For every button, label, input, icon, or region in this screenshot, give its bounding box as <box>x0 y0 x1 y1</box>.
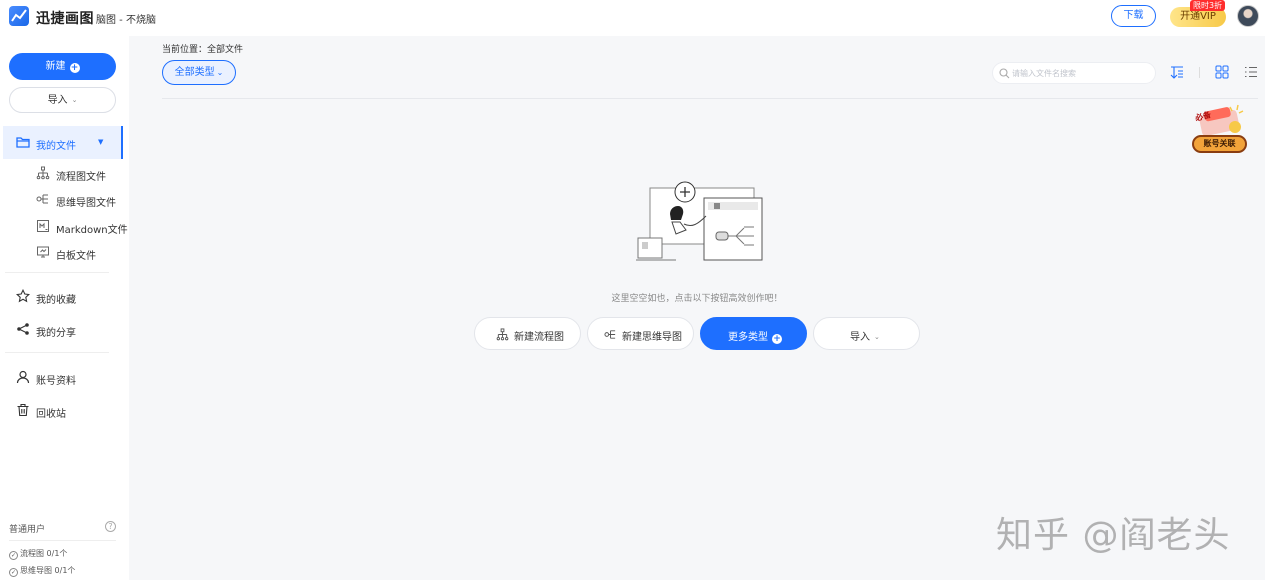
divider <box>1199 67 1200 78</box>
import-action-label: 导入 ⌄ <box>850 328 880 343</box>
divider <box>9 540 116 541</box>
quota-label: 思维导图 0/1个 <box>20 566 76 575</box>
sidebar-item-label: 回收站 <box>36 409 66 420</box>
quota-flowchart: ✓ 流程图 0/1个 <box>9 548 67 560</box>
share-icon <box>17 323 29 335</box>
mindmap-icon <box>604 330 616 339</box>
trash-icon <box>17 403 29 417</box>
search-icon <box>999 68 1010 79</box>
sidebar-item-whiteboard-files[interactable]: 白板文件 <box>0 243 129 263</box>
sidebar-item-label: 流程图文件 <box>56 172 106 183</box>
sidebar-item-label: 我的文件 <box>36 141 76 152</box>
more-types-button[interactable]: 更多类型 + <box>700 317 807 350</box>
account-link-promo-button[interactable]: 账号关联 <box>1192 135 1247 153</box>
empty-state-illustration <box>636 181 763 261</box>
list-view-icon[interactable] <box>1244 65 1258 79</box>
import-button-label: 导入 <box>47 95 68 106</box>
sidebar-item-account[interactable]: 账号资料 <box>0 368 129 388</box>
sidebar-item-my-files[interactable]: 我的文件 ▼ <box>0 133 129 153</box>
avatar[interactable] <box>1237 5 1259 27</box>
quota-label: 流程图 0/1个 <box>20 549 68 558</box>
import-action-button[interactable]: 导入 ⌄ <box>813 317 920 350</box>
sidebar-item-label: Markdown文件 <box>56 225 128 236</box>
sidebar-item-shared[interactable]: 我的分享 <box>0 320 129 340</box>
plus-icon: + <box>772 334 782 344</box>
sidebar-item-flowchart-files[interactable]: 流程图文件 <box>0 164 129 184</box>
new-mindmap-label: 新建思维导图 <box>622 332 682 343</box>
divider <box>162 98 1258 99</box>
sidebar-item-mindmap-files[interactable]: 思维导图文件 <box>0 190 129 210</box>
app-logo-icon[interactable] <box>9 6 29 26</box>
new-mindmap-button[interactable]: 新建思维导图 <box>587 317 694 350</box>
type-filter-dropdown[interactable]: 全部类型 ⌄ <box>162 60 236 85</box>
new-flowchart-button[interactable]: 新建流程图 <box>474 317 581 350</box>
chevron-down-icon: ⌄ <box>71 96 78 104</box>
chevron-down-icon: ⌄ <box>874 333 880 341</box>
check-circle-icon: ✓ <box>9 568 18 577</box>
download-button[interactable]: 下载 <box>1111 5 1156 27</box>
chevron-down-icon: ⌄ <box>216 68 224 77</box>
folder-icon <box>16 137 30 148</box>
sidebar: 新建 + 导入 ⌄ 我的文件 ▼ 流程图文件 思维导图文件 Markdown文件 白… <box>0 36 129 580</box>
sidebar-item-trash[interactable]: 回收站 <box>0 401 129 421</box>
more-types-label: 更多类型 + <box>728 328 782 344</box>
divider <box>5 352 109 353</box>
import-action-text: 导入 <box>850 332 870 343</box>
caret-down-icon[interactable]: ▼ <box>98 138 103 146</box>
sort-icon[interactable] <box>1170 65 1184 79</box>
flowchart-icon <box>36 166 50 180</box>
user-icon <box>16 370 30 384</box>
mindmap-icon <box>36 194 48 204</box>
markdown-icon <box>37 220 49 232</box>
grid-view-icon[interactable] <box>1215 65 1229 79</box>
doc-title: 脑图 - 不烧脑 <box>96 15 156 26</box>
plus-icon: + <box>69 63 80 73</box>
new-flowchart-label: 新建流程图 <box>514 332 564 343</box>
sidebar-item-label: 白板文件 <box>56 251 96 262</box>
flowchart-icon <box>496 328 509 341</box>
sidebar-item-label: 思维导图文件 <box>56 198 116 209</box>
divider <box>5 272 109 273</box>
top-bar: 迅捷画图 脑图 - 不烧脑 下载 开通VIP 限时3折 <box>0 0 1265 36</box>
vip-discount-badge: 限时3折 <box>1190 0 1226 11</box>
new-button-label: 新建 <box>45 61 66 72</box>
sidebar-item-label: 账号资料 <box>36 376 76 387</box>
app-name[interactable]: 迅捷画图 <box>36 8 94 28</box>
search-input[interactable] <box>1012 67 1142 80</box>
quota-mindmap: ✓ 思维导图 0/1个 <box>9 565 75 577</box>
user-type-label: 普通用户 <box>9 525 46 535</box>
breadcrumb: 当前位置：全部文件 <box>162 45 244 55</box>
check-circle-icon: ✓ <box>9 551 18 560</box>
new-button[interactable]: 新建 + <box>9 53 116 80</box>
help-icon[interactable]: ? <box>105 521 116 532</box>
watermark: 知乎 @阎老头 <box>996 515 1231 556</box>
more-types-text: 更多类型 <box>728 332 768 343</box>
type-filter-label: 全部类型 <box>174 67 215 78</box>
search-box[interactable] <box>992 62 1156 84</box>
import-button[interactable]: 导入 ⌄ <box>9 87 116 113</box>
whiteboard-icon <box>37 246 49 258</box>
sidebar-item-markdown-files[interactable]: Markdown文件 <box>0 217 129 237</box>
empty-state-text: 这里空空如也，点击以下按钮高效创作吧！ <box>611 294 783 304</box>
sidebar-item-label: 我的分享 <box>36 328 76 339</box>
